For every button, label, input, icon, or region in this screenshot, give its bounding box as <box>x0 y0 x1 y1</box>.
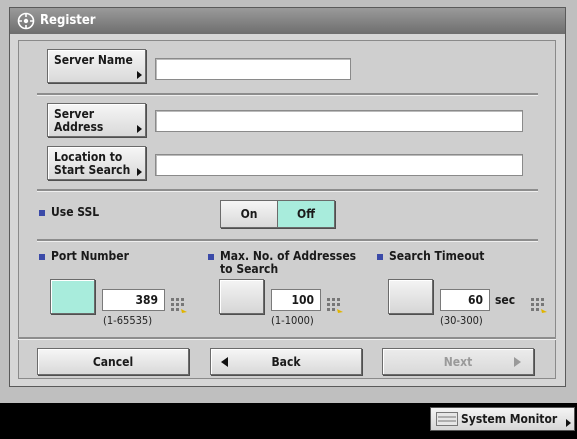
server-address-label-line2: Address <box>54 120 104 134</box>
monitor-icon <box>436 412 458 426</box>
port-number-toggle[interactable] <box>50 279 95 314</box>
max-addresses-input[interactable]: 100 <box>271 289 321 311</box>
server-name-label: Server Name <box>54 53 133 67</box>
server-name-button[interactable]: Server Name <box>47 49 146 83</box>
search-timeout-input[interactable]: 60 <box>440 289 490 311</box>
divider <box>37 189 538 192</box>
arrow-right-icon <box>137 125 142 133</box>
port-range: (1-65535) <box>103 314 153 327</box>
divider <box>18 337 556 340</box>
ssl-on-button[interactable]: On <box>220 200 278 228</box>
max-addresses-label: Max. No. of Addresses to Search <box>220 250 356 276</box>
arrow-right-icon <box>566 419 571 427</box>
arrow-right-icon <box>137 71 142 79</box>
port-number-label: Port Number <box>51 249 129 263</box>
bullet-icon <box>39 210 45 216</box>
search-timeout-label: Search Timeout <box>389 249 485 263</box>
search-timeout-range: (30-300) <box>440 314 483 327</box>
max-addresses-label-line2: to Search <box>220 262 279 276</box>
window-title: Register <box>40 13 96 28</box>
cancel-button[interactable]: Cancel <box>37 348 189 375</box>
bullet-icon <box>377 254 383 260</box>
keypad-icon[interactable] <box>530 297 548 313</box>
server-address-field[interactable] <box>155 110 523 132</box>
arrow-right-icon <box>514 357 521 367</box>
system-monitor-label: System Monitor <box>461 412 558 426</box>
system-monitor-button[interactable]: System Monitor <box>430 407 575 431</box>
divider <box>37 239 538 242</box>
server-name-field[interactable] <box>155 58 351 80</box>
keypad-icon[interactable] <box>170 297 188 313</box>
location-button[interactable]: Location to Start Search <box>47 146 146 180</box>
next-button[interactable]: Next <box>382 348 534 375</box>
ssl-off-button[interactable]: Off <box>277 200 335 228</box>
bullet-icon <box>39 254 45 260</box>
address-book-icon <box>17 12 35 30</box>
arrow-left-icon <box>221 357 228 367</box>
location-field[interactable] <box>155 154 523 176</box>
use-ssl-label: Use SSL <box>51 205 100 219</box>
server-address-button[interactable]: Server Address <box>47 103 146 137</box>
back-button[interactable]: Back <box>210 348 362 375</box>
timeout-unit: sec <box>495 293 516 307</box>
arrow-right-icon <box>137 168 142 176</box>
keypad-icon[interactable] <box>326 297 344 313</box>
bullet-icon <box>208 254 214 260</box>
location-label-line2: Start Search <box>54 163 131 177</box>
back-label: Back <box>271 354 301 369</box>
next-label: Next <box>443 354 473 369</box>
divider <box>37 93 538 96</box>
max-addresses-toggle[interactable] <box>219 279 264 314</box>
search-timeout-toggle[interactable] <box>388 279 433 314</box>
max-addresses-range: (1-1000) <box>271 314 314 327</box>
port-number-input[interactable]: 389 <box>102 289 165 311</box>
